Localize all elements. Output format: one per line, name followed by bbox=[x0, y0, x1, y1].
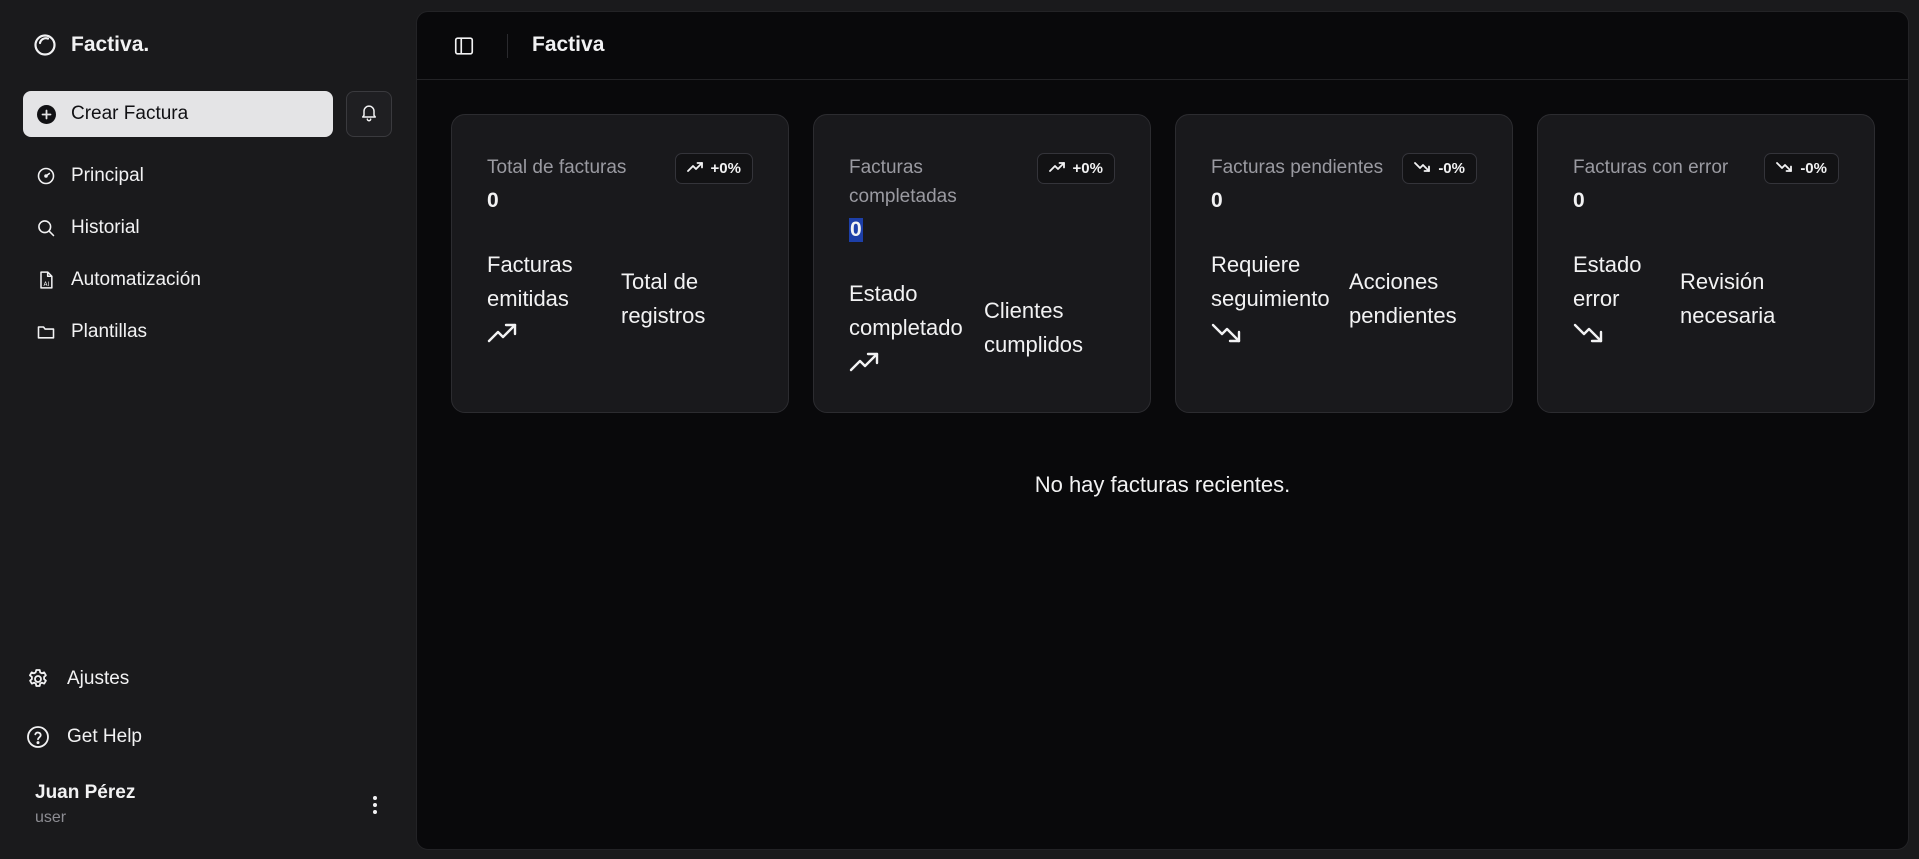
create-invoice-button[interactable]: Crear Factura bbox=[23, 91, 333, 137]
stat-card-footer-secondary: Clientes cumplidos bbox=[984, 298, 1084, 357]
stat-card-total: Total de facturas 0 +0% Facturas emitida… bbox=[451, 114, 789, 413]
sidebar-item-label: Ajustes bbox=[67, 668, 130, 689]
user-name: Juan Pérez bbox=[35, 782, 136, 803]
trending-up-icon bbox=[686, 160, 703, 177]
document-ai-icon: AI bbox=[35, 269, 57, 291]
stat-card-label: Facturas con error bbox=[1573, 157, 1729, 178]
stat-card-error: Facturas con error 0 -0% Estado error Re… bbox=[1537, 114, 1875, 413]
sidebar-item-label: Historial bbox=[71, 217, 140, 238]
sidebar-item-label: Automatización bbox=[71, 269, 201, 290]
trend-badge-value: +0% bbox=[710, 160, 741, 177]
sidebar-toggle-icon[interactable] bbox=[451, 33, 477, 59]
sidebar-item-get-help[interactable]: Get Help bbox=[23, 708, 393, 766]
stat-card-value: 0 bbox=[487, 189, 499, 212]
main-panel: Factiva Total de facturas 0 +0% Facturas… bbox=[416, 11, 1909, 850]
sidebar-item-label: Principal bbox=[71, 165, 144, 186]
trend-badge-value: -0% bbox=[1438, 160, 1465, 177]
secondary-nav: Ajustes Get Help bbox=[23, 650, 393, 766]
stat-card-footer: Estado error Revisión necesaria bbox=[1573, 248, 1853, 346]
user-profile[interactable]: Juan Pérez user bbox=[35, 782, 395, 830]
trend-badge: -0% bbox=[1764, 153, 1839, 184]
footer-primary-text: Facturas emitidas bbox=[487, 252, 573, 311]
circle-logo-icon bbox=[33, 33, 57, 57]
stat-card-label: Facturas pendientes bbox=[1211, 157, 1384, 178]
trending-down-icon bbox=[1414, 160, 1431, 177]
stats-cards: Total de facturas 0 +0% Facturas emitida… bbox=[451, 114, 1876, 413]
sidebar-item-label: Plantillas bbox=[71, 321, 148, 342]
search-icon bbox=[35, 217, 57, 239]
plus-circle-icon bbox=[37, 104, 56, 124]
trending-up-icon bbox=[849, 349, 979, 375]
gear-icon bbox=[25, 666, 51, 692]
stat-card-value: 0 bbox=[1211, 189, 1223, 212]
trend-badge-value: -0% bbox=[1800, 160, 1827, 177]
stat-card-label: Total de facturas bbox=[487, 157, 627, 178]
page-title: Factiva bbox=[532, 33, 605, 56]
stat-card-value: 0 bbox=[849, 218, 863, 242]
sidebar-item-historial[interactable]: Historial bbox=[23, 202, 393, 254]
bell-icon bbox=[359, 102, 379, 127]
empty-state-message: No hay facturas recientes. bbox=[1034, 472, 1291, 497]
stat-card-footer-secondary: Revisión necesaria bbox=[1680, 269, 1776, 328]
trend-badge: +0% bbox=[674, 153, 753, 184]
main-nav: Principal Historial AI Automatización Pl… bbox=[23, 150, 393, 358]
more-vertical-icon[interactable] bbox=[365, 792, 385, 818]
stat-card-footer: Estado completado Clientes cumplidos bbox=[849, 277, 1129, 375]
footer-primary-text: Requiere seguimiento bbox=[1211, 252, 1330, 311]
gauge-icon bbox=[35, 165, 57, 187]
top-bar: Factiva bbox=[417, 12, 1908, 80]
stat-card-footer-secondary: Acciones pendientes bbox=[1349, 269, 1457, 328]
stat-card-footer-primary: Requiere seguimiento bbox=[1211, 248, 1349, 346]
trending-up-icon bbox=[1048, 160, 1065, 177]
trending-down-icon bbox=[1211, 320, 1349, 346]
brand[interactable]: Factiva. bbox=[33, 32, 149, 58]
sidebar-item-label: Get Help bbox=[67, 726, 142, 747]
svg-text:AI: AI bbox=[44, 282, 50, 288]
trend-badge-value: +0% bbox=[1072, 160, 1103, 177]
stat-card-footer-primary: Estado completado bbox=[849, 277, 979, 375]
sidebar-item-plantillas[interactable]: Plantillas bbox=[23, 306, 393, 358]
trending-up-icon bbox=[487, 320, 607, 346]
notifications-button[interactable] bbox=[346, 91, 392, 137]
create-invoice-label: Crear Factura bbox=[71, 103, 189, 124]
stat-card-label: Facturas completadas bbox=[849, 157, 957, 207]
stat-card-pending: Facturas pendientes 0 -0% Requiere segui… bbox=[1175, 114, 1513, 413]
trend-badge: +0% bbox=[1036, 153, 1115, 184]
trend-badge: -0% bbox=[1402, 153, 1477, 184]
sidebar: Factiva. Crear Factura Principal Histori… bbox=[0, 0, 416, 859]
sidebar-item-ajustes[interactable]: Ajustes bbox=[23, 650, 393, 708]
app-window: Factiva. Crear Factura Principal Histori… bbox=[0, 0, 1919, 859]
stat-card-footer-secondary: Total de registros bbox=[621, 269, 706, 328]
trending-down-icon bbox=[1776, 160, 1793, 177]
brand-name: Factiva. bbox=[71, 33, 150, 56]
help-circle-icon bbox=[25, 724, 51, 750]
header-divider bbox=[507, 34, 508, 58]
sidebar-item-principal[interactable]: Principal bbox=[23, 150, 393, 202]
footer-primary-text: Estado error bbox=[1573, 252, 1642, 311]
stat-card-completed: Facturas completadas 0 +0% Estado comple… bbox=[813, 114, 1151, 413]
trending-down-icon bbox=[1573, 320, 1653, 346]
footer-primary-text: Estado completado bbox=[849, 281, 963, 340]
user-role: user bbox=[35, 809, 67, 826]
stat-card-footer: Requiere seguimiento Acciones pendientes bbox=[1211, 248, 1491, 346]
stat-card-footer-primary: Estado error bbox=[1573, 248, 1653, 346]
sidebar-item-automatizacion[interactable]: AI Automatización bbox=[23, 254, 393, 306]
stat-card-footer-primary: Facturas emitidas bbox=[487, 248, 607, 346]
stat-card-footer: Facturas emitidas Total de registros bbox=[487, 248, 767, 346]
stat-card-value: 0 bbox=[1573, 189, 1585, 212]
folder-icon bbox=[35, 321, 57, 343]
